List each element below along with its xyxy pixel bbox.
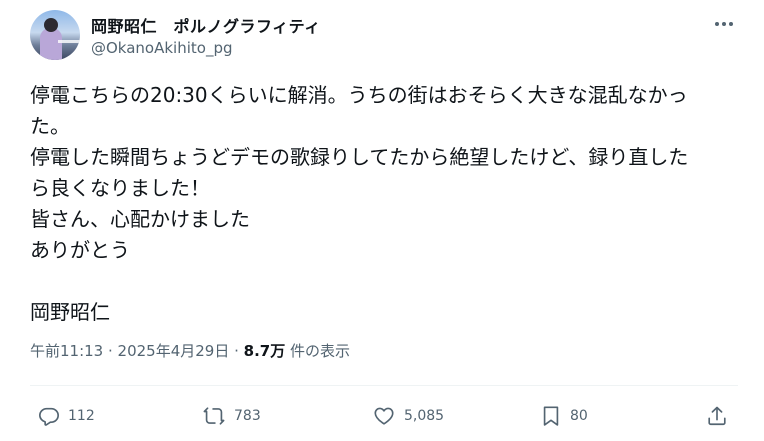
post-card: 岡野昭仁 ポルノグラフィティ @OkanoAkihito_pg 停電こちらの20… [0,0,764,441]
like-button[interactable]: 5,085 [372,398,444,434]
author-handle[interactable]: @OkanoAkihito_pg [91,39,233,57]
heart-icon [372,405,396,427]
share-icon [706,405,728,427]
post-text-line [30,266,742,297]
author-display-name[interactable]: 岡野昭仁 ポルノグラフィティ [91,13,321,37]
post-time[interactable]: 午前11:13 [30,342,103,360]
post-date[interactable]: 2025年4月29日 [118,342,230,360]
meta-separator: · [103,342,118,360]
more-options-button[interactable] [707,12,741,36]
reply-button[interactable]: 112 [38,398,95,434]
post-text-line: た。 [30,114,70,138]
avatar-figure [40,28,62,60]
repost-icon [202,405,226,427]
bookmark-count: 80 [570,408,588,424]
avatar-railing [58,40,80,43]
post-text-line: 岡野昭仁 [30,300,110,324]
views-count: 8.7万 [243,342,286,360]
repost-button[interactable]: 783 [202,398,261,434]
reply-icon [38,405,60,427]
bookmark-button[interactable]: 80 [540,398,588,434]
avatar[interactable] [30,10,80,60]
views-label: 件の表示 [285,342,351,360]
post-text-line: ありがとう [30,238,130,262]
meta-separator: · [229,342,244,360]
divider [30,385,738,386]
post-text-line: 停電こちらの20:30くらいに解消。うちの街はおそらく大きな混乱なかっ [30,83,688,107]
post-text: 停電こちらの20:30くらいに解消。うちの街はおそらく大きな混乱なかっ た。 停… [30,80,742,328]
post-text-line: ら良くなりました！ [30,176,210,200]
post-text-line: 停電した瞬間ちょうどデモの歌録りしてたから絶望したけど、録り直した [30,145,689,169]
action-bar: 112 783 5,085 80 [30,398,738,434]
share-button[interactable] [706,398,728,434]
post-text-line: 皆さん、心配かけました [30,207,250,231]
like-count: 5,085 [404,408,445,424]
repost-count: 783 [234,408,261,424]
avatar-head [44,18,58,32]
bookmark-icon [540,404,562,428]
post-meta: 午前11:13 · 2025年4月29日 · 8.7万 件の表示 [30,340,350,361]
more-horizontal-icon [714,21,734,27]
reply-count: 112 [68,408,95,424]
